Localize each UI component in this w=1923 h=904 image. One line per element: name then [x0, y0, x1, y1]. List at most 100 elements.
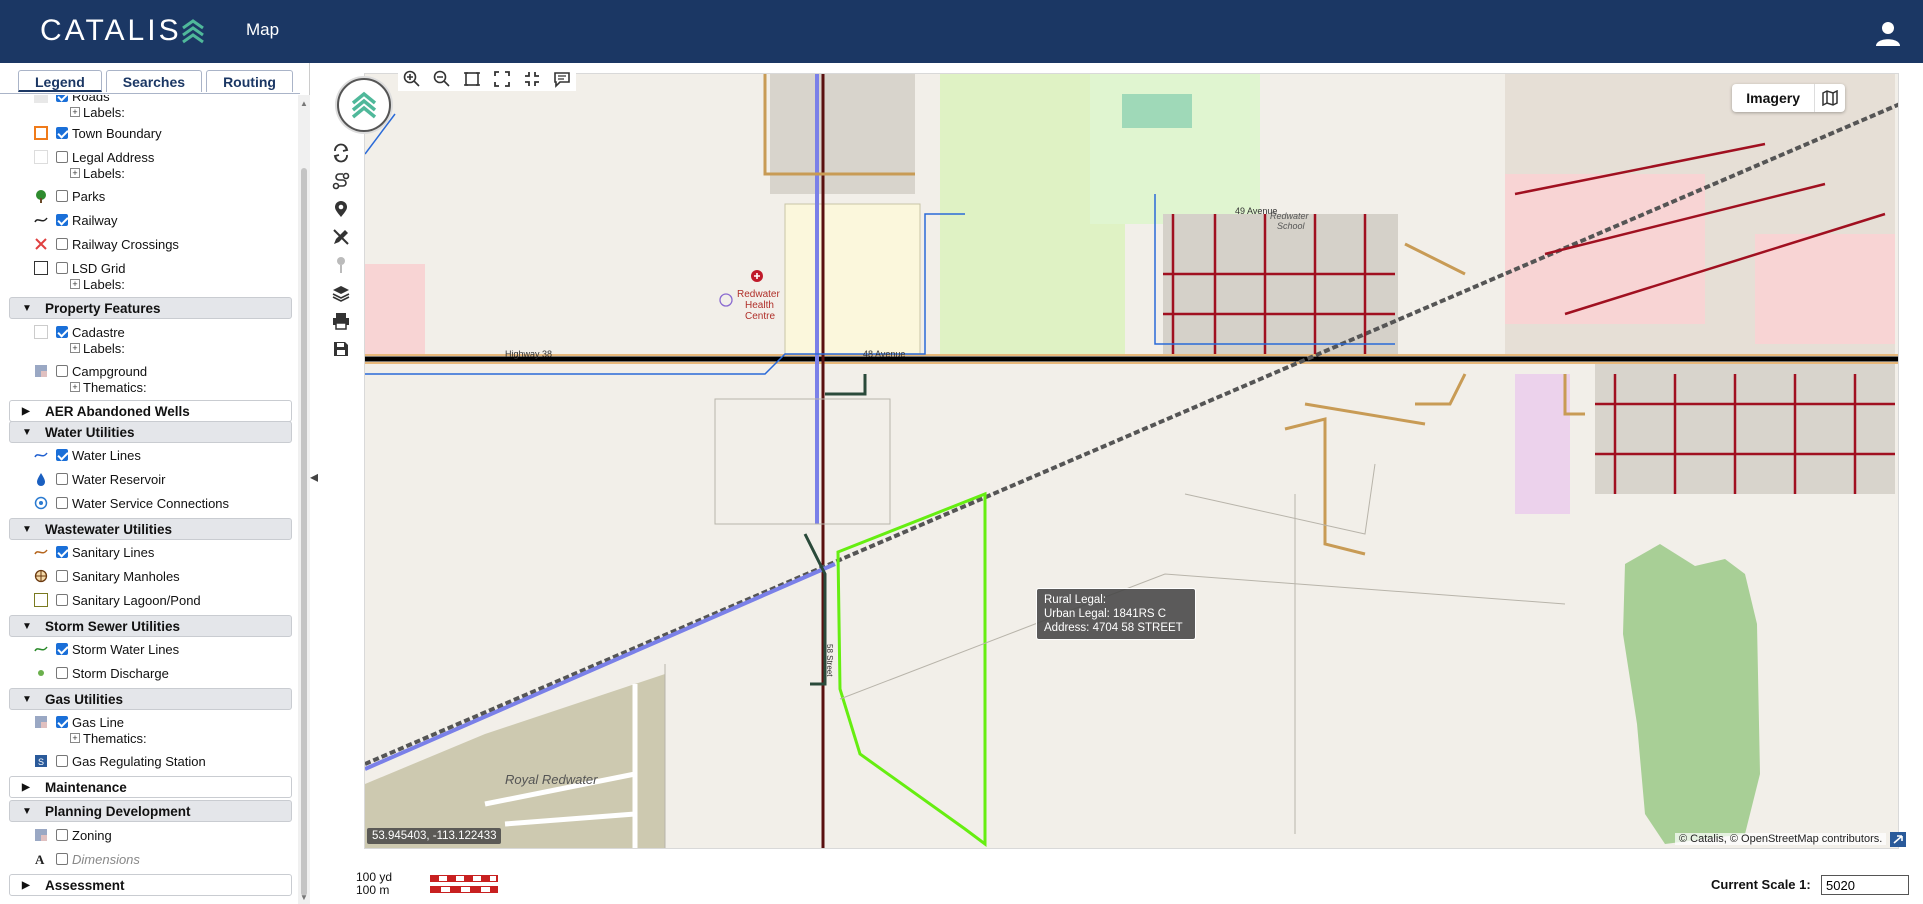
group-storm-sewer-utilities[interactable]: ▼ Storm Sewer Utilities	[9, 615, 292, 637]
legend-item-water-reservoir[interactable]: Water Reservoir	[0, 469, 298, 489]
scroll-up-arrow-icon[interactable]: ▲	[300, 99, 308, 108]
sanitary-lines-checkbox[interactable]	[56, 546, 68, 558]
pencil-ruler-icon	[333, 229, 349, 245]
sanitary-line-icon	[34, 549, 48, 555]
legend-item-railway-crossings[interactable]: Railway Crossings	[0, 234, 298, 254]
expand-arrow-icon: ▶	[22, 406, 30, 417]
legend-item-zoning[interactable]: Zoning	[0, 825, 298, 845]
dimensions-checkbox[interactable]	[56, 853, 68, 865]
water-reservoir-checkbox[interactable]	[56, 473, 68, 485]
gas-line-checkbox[interactable]	[56, 716, 68, 728]
town-boundary-checkbox[interactable]	[56, 127, 68, 139]
group-gas-utilities[interactable]: ▼ Gas Utilities	[9, 688, 292, 710]
campground-checkbox[interactable]	[56, 365, 68, 377]
legend-item-town-boundary[interactable]: Town Boundary	[0, 123, 298, 143]
lagoon-square-icon	[34, 593, 48, 607]
imagery-button[interactable]: Imagery	[1732, 84, 1815, 112]
refresh-button[interactable]	[328, 140, 354, 166]
map-pin-icon	[335, 201, 347, 217]
legend-item-legal-address[interactable]: Legal Address	[0, 147, 298, 167]
user-account-icon[interactable]	[1875, 20, 1901, 46]
layers-icon	[332, 286, 350, 302]
scroll-down-arrow-icon[interactable]: ▼	[300, 893, 308, 902]
measure-button[interactable]	[328, 168, 354, 194]
urban-legal-text: Urban Legal: 1841RS C	[1044, 608, 1167, 620]
cursor-coordinates: 53.945403, -113.122433	[367, 828, 502, 844]
map-tips-button[interactable]	[548, 67, 576, 91]
sanitary-lagoon-checkbox[interactable]	[56, 594, 68, 606]
tab-searches[interactable]: Searches	[105, 70, 203, 92]
legend-item-sanitary-lines[interactable]: Sanitary Lines	[0, 542, 298, 562]
parks-checkbox[interactable]	[56, 190, 68, 202]
save-button[interactable]	[328, 336, 354, 362]
expand-plus-icon[interactable]: +	[70, 107, 80, 117]
lsd-grid-checkbox[interactable]	[56, 262, 68, 274]
legend-item-lsd-grid[interactable]: LSD Grid	[0, 258, 298, 278]
legend-item-water-lines[interactable]: Water Lines	[0, 445, 298, 465]
group-assessment[interactable]: ▶ Assessment	[9, 874, 292, 896]
legend-item-storm-discharge[interactable]: Storm Discharge	[0, 663, 298, 683]
legend-item-dimensions[interactable]: A Dimensions	[0, 849, 298, 869]
railway-crossings-checkbox[interactable]	[56, 238, 68, 250]
discharge-dot-icon	[38, 670, 44, 676]
legend-item-railway[interactable]: Railway	[0, 210, 298, 230]
legend-scrollbar-thumb[interactable]	[301, 168, 307, 896]
storm-discharge-checkbox[interactable]	[56, 667, 68, 679]
thematic-map-icon	[35, 365, 47, 377]
map-attribution: © Catalis, © OpenStreetMap contributors.	[1675, 833, 1887, 845]
shrink-extent-button[interactable]	[518, 67, 546, 91]
locate-button[interactable]	[328, 196, 354, 222]
legend-item-roads[interactable]: Roads	[0, 95, 298, 106]
group-wastewater-utilities[interactable]: ▼ Wastewater Utilities	[9, 518, 292, 540]
zoom-out-button[interactable]	[428, 67, 456, 91]
compass-widget[interactable]	[337, 78, 391, 132]
storm-water-lines-checkbox[interactable]	[56, 643, 68, 655]
legend-item-parks[interactable]: Parks	[0, 186, 298, 206]
zoom-box-icon	[464, 72, 480, 86]
group-planning-development[interactable]: ▼ Planning Development	[9, 800, 292, 822]
institutional-zone	[1515, 374, 1570, 514]
legend-item-cadastre[interactable]: Cadastre	[0, 322, 298, 342]
speech-bubble-icon	[554, 72, 570, 88]
legend-item-storm-water-lines[interactable]: Storm Water Lines	[0, 639, 298, 659]
legend-item-campground[interactable]: Campground	[0, 361, 298, 381]
expand-icon	[494, 71, 510, 87]
water-service-checkbox[interactable]	[56, 497, 68, 509]
collapse-icon	[525, 72, 539, 86]
zoom-extent-button[interactable]	[458, 67, 486, 91]
legend-item-water-service[interactable]: Water Service Connections	[0, 493, 298, 513]
layers-button[interactable]	[328, 280, 354, 306]
group-property-features[interactable]: ▼ Property Features	[9, 297, 292, 319]
zoning-checkbox[interactable]	[56, 829, 68, 841]
print-button[interactable]	[328, 308, 354, 334]
draw-tools-button[interactable]	[328, 224, 354, 250]
roads-checkbox[interactable]	[56, 95, 68, 102]
tab-routing[interactable]: Routing	[206, 70, 293, 92]
scale-input[interactable]	[1821, 875, 1909, 895]
full-extent-button[interactable]	[488, 67, 516, 91]
zoom-in-button[interactable]	[398, 67, 426, 91]
water-lines-checkbox[interactable]	[56, 449, 68, 461]
sanitary-manholes-checkbox[interactable]	[56, 570, 68, 582]
svg-text:S: S	[38, 757, 44, 767]
map-view-button[interactable]	[1815, 84, 1845, 112]
legal-address-checkbox[interactable]	[56, 151, 68, 163]
basemap-switcher: Imagery	[1732, 84, 1845, 112]
group-maintenance[interactable]: ▶ Maintenance	[9, 776, 292, 798]
cadastre-checkbox[interactable]	[56, 326, 68, 338]
group-water-utilities[interactable]: ▼ Water Utilities	[9, 421, 292, 443]
map-graphics: Redwater Health Centre Royal Redwater Hi…	[365, 74, 1898, 848]
selected-parcel-outline[interactable]	[836, 491, 987, 847]
tab-legend[interactable]: Legend	[18, 70, 102, 92]
railway-checkbox[interactable]	[56, 214, 68, 226]
legend-item-sanitary-manholes[interactable]: Sanitary Manholes	[0, 566, 298, 586]
legend-item-gas-regulating-station[interactable]: S Gas Regulating Station	[0, 751, 298, 771]
legend-item-sanitary-lagoon[interactable]: Sanitary Lagoon/Pond	[0, 590, 298, 610]
group-aer-abandoned-wells[interactable]: ▶ AER Abandoned Wells	[9, 400, 292, 422]
gas-regulating-checkbox[interactable]	[56, 755, 68, 767]
pool-area	[1122, 94, 1192, 128]
map-canvas[interactable]: Redwater Health Centre Royal Redwater Hi…	[364, 73, 1899, 849]
commercial-zone	[365, 264, 425, 354]
legend-item-gas-line[interactable]: Gas Line	[0, 712, 298, 732]
attribution-toggle-button[interactable]	[1890, 832, 1906, 847]
